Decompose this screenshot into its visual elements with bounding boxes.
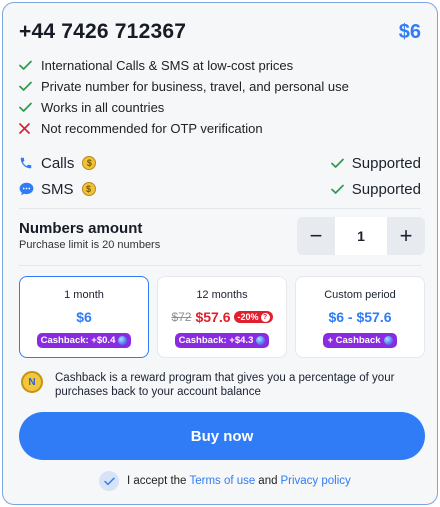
number-offer-card: +44 7426 712367 $6 International Calls &… bbox=[2, 2, 438, 505]
accept-and: and bbox=[258, 475, 278, 487]
plan-price: $72 $57.6 -20% ? bbox=[171, 308, 273, 326]
check-icon bbox=[330, 158, 344, 169]
feature-item: Works in all countries bbox=[19, 97, 419, 118]
plan-title: 12 months bbox=[196, 289, 248, 301]
quantity-value[interactable]: 1 bbox=[335, 217, 387, 255]
divider bbox=[19, 265, 421, 266]
cashback-text: Cashback: +$4.3 bbox=[178, 335, 254, 346]
accept-prefix: I accept the bbox=[127, 475, 187, 487]
check-icon bbox=[19, 102, 41, 113]
buy-now-button[interactable]: Buy now bbox=[19, 412, 425, 460]
coin-icon: $ bbox=[82, 156, 97, 170]
phone-number: +44 7426 712367 bbox=[19, 20, 187, 43]
check-icon bbox=[19, 81, 41, 92]
feature-item: International Calls & SMS at low-cost pr… bbox=[19, 55, 419, 76]
plan-options: 1 month $6 Cashback: +$0.4 12 months $72… bbox=[19, 276, 425, 358]
plan-12-months[interactable]: 12 months $72 $57.6 -20% ? Cashback: +$4… bbox=[157, 276, 287, 358]
feature-text: International Calls & SMS at low-cost pr… bbox=[41, 58, 294, 73]
privacy-link[interactable]: Privacy policy bbox=[280, 475, 350, 487]
plan-price: $6 bbox=[76, 308, 92, 326]
plan-title: Custom period bbox=[324, 289, 396, 301]
check-icon bbox=[330, 184, 344, 195]
cashback-info-text: Cashback is a reward program that gives … bbox=[55, 372, 395, 398]
cashback-badge: Cashback: +$0.4 bbox=[36, 333, 132, 348]
terms-acceptance: I accept the Terms of use and Privacy po… bbox=[99, 470, 354, 492]
plan-custom-period[interactable]: Custom period $6 - $57.6 + Cashback bbox=[295, 276, 425, 358]
card-header: +44 7426 712367 $6 bbox=[19, 17, 421, 47]
feature-item: Not recommended for OTP verification bbox=[19, 118, 419, 139]
discounted-price: $57.6 bbox=[195, 309, 231, 325]
plan-1-month[interactable]: 1 month $6 Cashback: +$0.4 bbox=[19, 276, 149, 358]
discount-text: -20% bbox=[237, 312, 259, 322]
plan-price-value: $6 - $57.6 bbox=[328, 309, 392, 325]
cashback-badge: Cashback: +$4.3 bbox=[174, 333, 270, 348]
discount-badge: -20% ? bbox=[233, 311, 273, 323]
plan-price: $6 - $57.6 bbox=[328, 308, 391, 326]
feature-text: Works in all countries bbox=[41, 100, 165, 115]
gem-icon bbox=[383, 336, 393, 345]
chat-icon bbox=[19, 182, 41, 196]
check-icon bbox=[19, 60, 41, 71]
feature-text: Private number for business, travel, and… bbox=[41, 79, 349, 94]
cashback-coin-icon: N bbox=[21, 371, 43, 393]
feature-item: Private number for business, travel, and… bbox=[19, 76, 419, 97]
check-icon bbox=[103, 476, 115, 485]
gem-icon bbox=[256, 336, 266, 345]
cashback-badge: + Cashback bbox=[323, 333, 397, 348]
feature-list: International Calls & SMS at low-cost pr… bbox=[19, 55, 419, 139]
increment-button[interactable]: + bbox=[387, 217, 425, 255]
feature-text: Not recommended for OTP verification bbox=[41, 121, 263, 136]
old-price: $72 bbox=[171, 310, 192, 324]
coin-letter: N bbox=[28, 376, 36, 388]
cashback-info: N Cashback is a reward program that give… bbox=[21, 371, 421, 399]
service-sms: SMS $ Supported bbox=[19, 178, 421, 200]
help-icon[interactable]: ? bbox=[260, 312, 270, 322]
service-calls: Calls $ Supported bbox=[19, 152, 421, 174]
cashback-text: + Cashback bbox=[327, 335, 381, 346]
calls-label: Calls bbox=[41, 154, 75, 172]
quantity-stepper: − 1 + bbox=[297, 217, 425, 255]
cross-icon bbox=[19, 123, 41, 134]
accept-checkbox[interactable] bbox=[99, 471, 119, 491]
sms-label: SMS bbox=[41, 180, 74, 198]
coin-icon: $ bbox=[81, 182, 96, 196]
price: $6 bbox=[398, 20, 421, 43]
terms-link[interactable]: Terms of use bbox=[189, 475, 255, 487]
sms-status: Supported bbox=[351, 180, 421, 198]
phone-icon bbox=[19, 156, 41, 170]
gem-icon bbox=[118, 336, 128, 345]
calls-status: Supported bbox=[351, 154, 421, 172]
divider bbox=[19, 208, 421, 209]
decrement-button[interactable]: − bbox=[297, 217, 335, 255]
plan-price-value: $6 bbox=[76, 309, 92, 325]
cashback-text: Cashback: +$0.4 bbox=[40, 335, 116, 346]
amount-subtitle: Purchase limit is 20 numbers bbox=[19, 239, 161, 251]
amount-title: Numbers amount bbox=[19, 220, 143, 237]
plan-title: 1 month bbox=[64, 289, 104, 301]
